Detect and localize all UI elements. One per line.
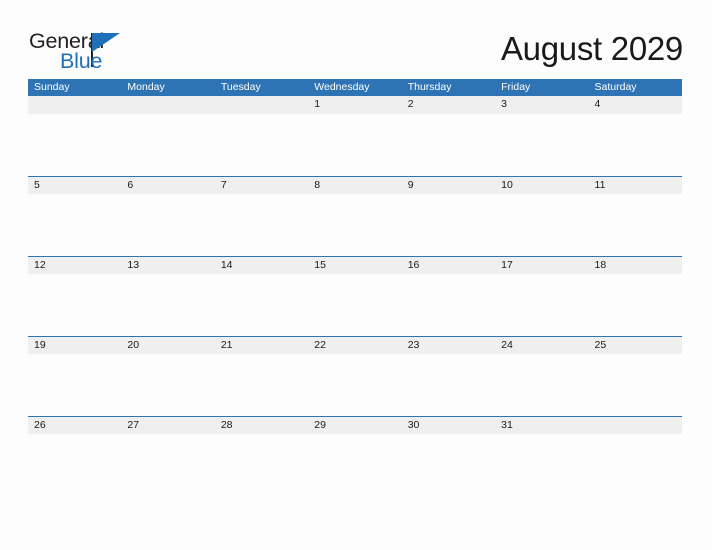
- week-event-band: [28, 114, 682, 176]
- date-cell[interactable]: 31: [495, 417, 588, 434]
- week-date-band: 1 2 3 4: [28, 96, 682, 114]
- general-blue-logo[interactable]: General Blue: [29, 30, 134, 73]
- date-cell[interactable]: [215, 96, 308, 113]
- date-cell[interactable]: 10: [495, 177, 588, 194]
- date-cell[interactable]: 4: [589, 96, 682, 113]
- week-event-band: [28, 434, 682, 496]
- date-cell[interactable]: 11: [589, 177, 682, 194]
- date-cell[interactable]: 13: [121, 257, 214, 274]
- weekday-header-friday: Friday: [501, 81, 531, 93]
- event-cell[interactable]: [121, 274, 214, 336]
- event-cell[interactable]: [402, 114, 495, 176]
- event-cell[interactable]: [495, 114, 588, 176]
- event-cell[interactable]: [589, 434, 682, 496]
- event-cell[interactable]: [215, 354, 308, 416]
- week-row: 12 13 14 15 16 17 18: [28, 256, 682, 336]
- date-cell[interactable]: 2: [402, 96, 495, 113]
- event-cell[interactable]: [215, 274, 308, 336]
- week-row: 5 6 7 8 9 10 11: [28, 176, 682, 256]
- date-cell[interactable]: 28: [215, 417, 308, 434]
- week-event-band: [28, 194, 682, 256]
- date-cell[interactable]: [589, 417, 682, 434]
- event-cell[interactable]: [121, 434, 214, 496]
- date-cell[interactable]: 24: [495, 337, 588, 354]
- event-cell[interactable]: [28, 114, 121, 176]
- date-cell[interactable]: 5: [28, 177, 121, 194]
- date-cell[interactable]: 6: [121, 177, 214, 194]
- week-row: 26 27 28 29 30 31: [28, 416, 682, 496]
- event-cell[interactable]: [495, 354, 588, 416]
- page-header: General Blue August 2029: [0, 0, 712, 78]
- date-cell[interactable]: 23: [402, 337, 495, 354]
- event-cell[interactable]: [402, 354, 495, 416]
- date-cell[interactable]: 25: [589, 337, 682, 354]
- week-row: 1 2 3 4: [28, 96, 682, 176]
- calendar-grid: Sunday Monday Tuesday Wednesday Thursday…: [28, 79, 682, 496]
- week-event-band: [28, 354, 682, 416]
- date-cell[interactable]: 18: [589, 257, 682, 274]
- weekday-header-row: Sunday Monday Tuesday Wednesday Thursday…: [28, 79, 682, 96]
- weekday-header-wednesday: Wednesday: [314, 81, 370, 93]
- weekday-header-monday: Monday: [127, 81, 165, 93]
- event-cell[interactable]: [308, 194, 401, 256]
- event-cell[interactable]: [121, 114, 214, 176]
- date-cell[interactable]: 27: [121, 417, 214, 434]
- event-cell[interactable]: [28, 434, 121, 496]
- event-cell[interactable]: [28, 274, 121, 336]
- date-cell[interactable]: 20: [121, 337, 214, 354]
- event-cell[interactable]: [308, 114, 401, 176]
- date-cell[interactable]: [28, 96, 121, 113]
- date-cell[interactable]: 9: [402, 177, 495, 194]
- logo-text-blue: Blue: [60, 49, 103, 73]
- date-cell[interactable]: 22: [308, 337, 401, 354]
- event-cell[interactable]: [215, 114, 308, 176]
- weekday-header-thursday: Thursday: [407, 81, 452, 93]
- date-cell[interactable]: 30: [402, 417, 495, 434]
- date-cell[interactable]: 17: [495, 257, 588, 274]
- week-date-band: 5 6 7 8 9 10 11: [28, 176, 682, 194]
- event-cell[interactable]: [589, 114, 682, 176]
- event-cell[interactable]: [495, 274, 588, 336]
- calendar-page: General Blue August 2029 Sunday Monday T…: [0, 0, 712, 550]
- date-cell[interactable]: 26: [28, 417, 121, 434]
- weekday-header-saturday: Saturday: [594, 81, 637, 93]
- event-cell[interactable]: [589, 274, 682, 336]
- week-date-band: 19 20 21 22 23 24 25: [28, 336, 682, 354]
- date-cell[interactable]: 29: [308, 417, 401, 434]
- date-cell[interactable]: 12: [28, 257, 121, 274]
- date-cell[interactable]: 1: [308, 96, 401, 113]
- event-cell[interactable]: [589, 354, 682, 416]
- event-cell[interactable]: [308, 354, 401, 416]
- weekday-header-sunday: Sunday: [34, 81, 70, 93]
- page-title: August 2029: [500, 30, 683, 67]
- date-cell[interactable]: 21: [215, 337, 308, 354]
- event-cell[interactable]: [215, 434, 308, 496]
- event-cell[interactable]: [308, 434, 401, 496]
- event-cell[interactable]: [28, 194, 121, 256]
- week-row: 19 20 21 22 23 24 25: [28, 336, 682, 416]
- date-cell[interactable]: 16: [402, 257, 495, 274]
- event-cell[interactable]: [402, 434, 495, 496]
- event-cell[interactable]: [402, 274, 495, 336]
- event-cell[interactable]: [121, 354, 214, 416]
- date-cell[interactable]: 14: [215, 257, 308, 274]
- week-event-band: [28, 274, 682, 336]
- event-cell[interactable]: [28, 354, 121, 416]
- date-cell[interactable]: 7: [215, 177, 308, 194]
- date-cell[interactable]: [121, 96, 214, 113]
- event-cell[interactable]: [121, 194, 214, 256]
- event-cell[interactable]: [402, 194, 495, 256]
- date-cell[interactable]: 19: [28, 337, 121, 354]
- event-cell[interactable]: [495, 194, 588, 256]
- date-cell[interactable]: 15: [308, 257, 401, 274]
- event-cell[interactable]: [589, 194, 682, 256]
- week-date-band: 26 27 28 29 30 31: [28, 416, 682, 434]
- weekday-header-tuesday: Tuesday: [220, 81, 261, 93]
- week-date-band: 12 13 14 15 16 17 18: [28, 256, 682, 274]
- event-cell[interactable]: [308, 274, 401, 336]
- event-cell[interactable]: [495, 434, 588, 496]
- date-cell[interactable]: 8: [308, 177, 401, 194]
- date-cell[interactable]: 3: [495, 96, 588, 113]
- event-cell[interactable]: [215, 194, 308, 256]
